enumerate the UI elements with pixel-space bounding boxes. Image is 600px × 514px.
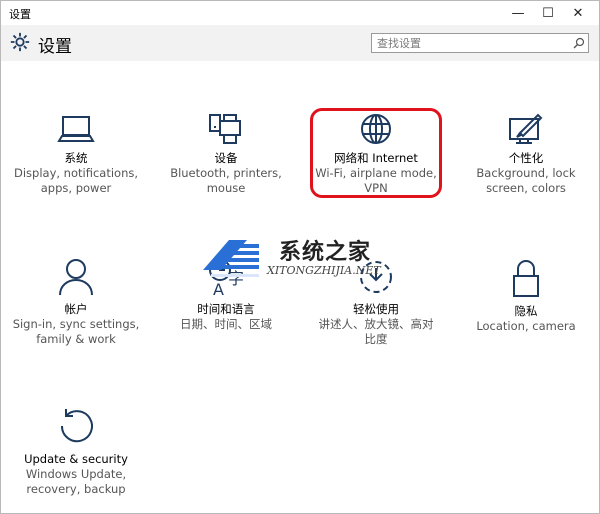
watermark-subtitle: XITONGZHIJIA.NET (267, 264, 381, 277)
paint-icon (509, 113, 543, 144)
close-button[interactable]: ✕ (563, 1, 593, 25)
tile-desc-line2: screen, colors (486, 181, 566, 195)
tile-title: Update & security (24, 452, 128, 466)
tile-desc-line2: recovery, backup (26, 482, 126, 496)
watermark: 系统之家 XITONGZHIJIA.NET (199, 234, 409, 294)
tile-title: 隐私 (514, 304, 538, 318)
tile-desc-line2: family & work (36, 332, 116, 346)
tile-system[interactable]: 系统 Display, notifications, apps, power (1, 113, 151, 195)
network-highlight-annotation (310, 108, 442, 198)
gear-icon (10, 32, 30, 52)
tile-desc-line1: Sign-in, sync settings, (12, 317, 140, 331)
search-box[interactable] (371, 33, 589, 53)
tile-update-security[interactable]: Update & security Windows Update, recove… (1, 406, 151, 496)
page-title: 设置 (38, 37, 72, 57)
watermark-logo-icon (203, 240, 259, 277)
tile-devices[interactable]: 设备 Bluetooth, printers, mouse (151, 113, 301, 195)
tile-desc-line1: Location, camera (476, 319, 576, 333)
tile-desc-line1: Display, notifications, (13, 166, 139, 180)
tile-title: 系统 (64, 151, 88, 165)
minimize-button[interactable]: — (503, 1, 533, 25)
tile-desc-line2: mouse (206, 181, 246, 195)
tile-title: 个性化 (508, 151, 544, 165)
window-title: 设置 (9, 8, 31, 21)
tile-title: 设备 (214, 151, 238, 165)
tile-desc-line1: Bluetooth, printers, (170, 166, 282, 180)
close-icon: ✕ (572, 5, 584, 21)
tile-title: 时间和语言 (197, 302, 255, 316)
printer-icon (209, 114, 241, 144)
settings-header: 设置 (1, 25, 599, 61)
tile-desc-line1: 日期、时间、区域 (180, 317, 272, 331)
search-icon[interactable] (573, 37, 585, 49)
tile-desc-line2: 比度 (364, 332, 388, 346)
search-input[interactable] (372, 34, 568, 52)
tile-desc-line1: Windows Update, (25, 467, 127, 481)
tile-title: 帐户 (64, 302, 88, 316)
tile-desc-line2: apps, power (40, 181, 112, 195)
watermark-title: 系统之家 (279, 239, 372, 265)
maximize-button[interactable]: ☐ (533, 1, 563, 25)
tile-desc-line1: 讲述人、放大镜、高对 (318, 317, 434, 331)
tile-desc-line1: Background, lock (476, 166, 576, 180)
settings-window: 设置 — ☐ ✕ 设置 查找设置 系统 Display, notificatio… (0, 0, 600, 514)
title-bar[interactable]: 设置 — ☐ ✕ (1, 1, 599, 25)
sync-icon (60, 409, 93, 443)
lock-icon (513, 260, 539, 297)
tile-privacy[interactable]: 隐私 Location, camera (451, 258, 600, 333)
person-icon (59, 259, 93, 296)
maximize-icon: ☐ (542, 5, 554, 21)
tile-personalization[interactable]: 个性化 Background, lock screen, colors (451, 113, 600, 195)
minimize-icon: — (511, 5, 525, 21)
tile-title: 轻松使用 (353, 302, 399, 316)
tile-accounts[interactable]: 帐户 Sign-in, sync settings, family & work (1, 258, 151, 346)
laptop-icon (57, 116, 95, 142)
